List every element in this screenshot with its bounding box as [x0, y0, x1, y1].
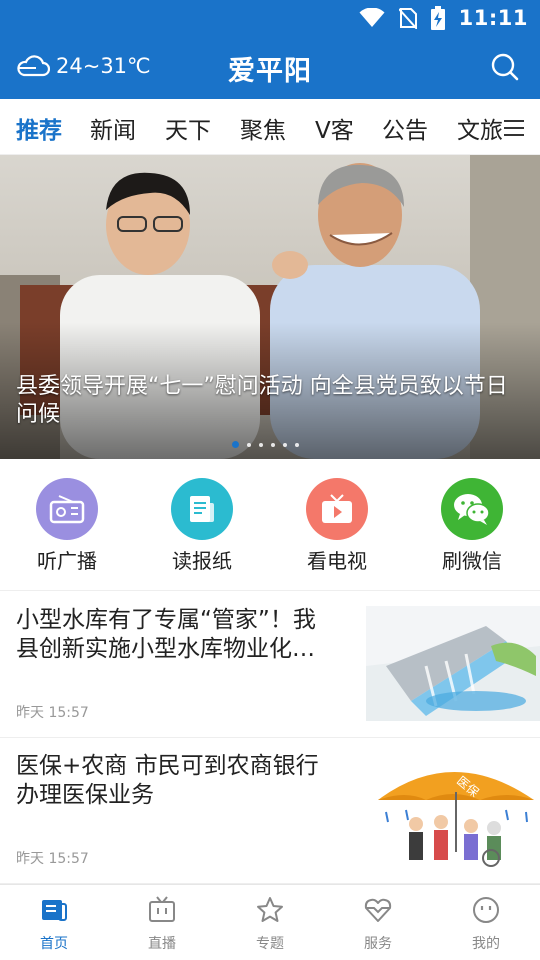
- category-tabs: 推荐 新闻 天下 聚焦 V客 公告 文旅: [0, 99, 540, 155]
- wifi-icon: [359, 8, 385, 27]
- nav-live[interactable]: 直播: [122, 895, 202, 953]
- wechat-icon: [441, 478, 503, 540]
- news-title[interactable]: 小型水库有了专属“管家”！我县创新实施小型水库物业化…: [16, 606, 336, 664]
- home-icon: [42, 900, 67, 921]
- star-icon: [257, 897, 283, 922]
- quick-newspaper[interactable]: 读报纸: [152, 478, 252, 574]
- app-header: 24~31℃ 爱平阳: [0, 36, 540, 99]
- quick-tv[interactable]: 看电视: [287, 478, 387, 574]
- carousel-dot-active: [232, 441, 239, 448]
- no-sim-icon: [398, 8, 417, 29]
- tv-icon: [306, 478, 368, 540]
- quick-radio[interactable]: 听广播: [17, 478, 117, 574]
- status-time: 11:11: [458, 6, 528, 30]
- carousel-dot: [247, 442, 251, 447]
- carousel-dot: [259, 442, 263, 447]
- carousel-indicator: [232, 441, 299, 448]
- tab-vlog[interactable]: V客: [315, 111, 354, 145]
- news-time: 昨天 15:57: [16, 705, 89, 721]
- live-tv-icon: [149, 896, 175, 922]
- news-item[interactable]: 小型水库有了专属“管家”！我县创新实施小型水库物业化… 昨天 15:57: [0, 592, 540, 738]
- top-bar: 11:11 24~31℃ 爱平阳: [0, 0, 540, 99]
- quick-wechat[interactable]: 刷微信: [422, 478, 522, 574]
- banner-caption[interactable]: 县委领导开展“七一”慰问活动 向全县党员致以节日问候: [16, 373, 524, 429]
- tab-news[interactable]: 新闻: [90, 111, 136, 145]
- menu-icon[interactable]: [502, 117, 526, 139]
- quick-wechat-label: 刷微信: [442, 549, 502, 573]
- app-title: 爱平阳: [228, 56, 312, 87]
- status-bar: 11:11: [0, 0, 540, 36]
- tab-culture-tourism[interactable]: 文旅: [457, 111, 503, 145]
- quick-entries: 听广播 读报纸 看电视 刷微信: [0, 459, 540, 591]
- profile-icon: [473, 897, 499, 923]
- radio-icon: [36, 478, 98, 540]
- battery-charging-icon: [430, 6, 445, 30]
- tab-focus[interactable]: 聚焦: [240, 111, 286, 145]
- nav-profile-label: 我的: [472, 936, 500, 952]
- carousel-dot: [283, 442, 287, 447]
- newspaper-icon: [171, 478, 233, 540]
- news-thumbnail-dam[interactable]: [366, 606, 540, 721]
- nav-topics-label: 专题: [256, 936, 284, 952]
- carousel-dot: [295, 442, 299, 447]
- banner-carousel[interactable]: 县委领导开展“七一”慰问活动 向全县党员致以节日问候: [0, 155, 540, 459]
- news-title[interactable]: 医保+农商 市民可到农商银行办理医保业务: [16, 752, 336, 810]
- quick-newspaper-label: 读报纸: [172, 549, 232, 573]
- news-thumbnail-medical-insurance[interactable]: 医保: [366, 752, 540, 867]
- search-icon[interactable]: [490, 52, 520, 82]
- nav-live-label: 直播: [148, 936, 176, 952]
- nav-service-label: 服务: [364, 936, 392, 952]
- carousel-dot: [271, 442, 275, 447]
- tab-notice[interactable]: 公告: [382, 111, 428, 145]
- nav-profile[interactable]: 我的: [446, 895, 526, 953]
- quick-radio-label: 听广播: [37, 549, 97, 573]
- bottom-nav: 首页 直播 专题 服务 我的: [0, 884, 540, 960]
- news-time: 昨天 15:57: [16, 851, 89, 867]
- tab-world[interactable]: 天下: [165, 111, 211, 145]
- news-item[interactable]: 医保+农商 市民可到农商银行办理医保业务 昨天 15:57 医保: [0, 738, 540, 884]
- nav-home[interactable]: 首页: [14, 895, 94, 953]
- quick-tv-label: 看电视: [307, 549, 367, 573]
- tab-recommend[interactable]: 推荐: [16, 111, 62, 145]
- nav-service[interactable]: 服务: [338, 895, 418, 953]
- nav-topics[interactable]: 专题: [230, 895, 310, 953]
- nav-home-label: 首页: [40, 936, 68, 952]
- service-heart-icon: [364, 898, 392, 922]
